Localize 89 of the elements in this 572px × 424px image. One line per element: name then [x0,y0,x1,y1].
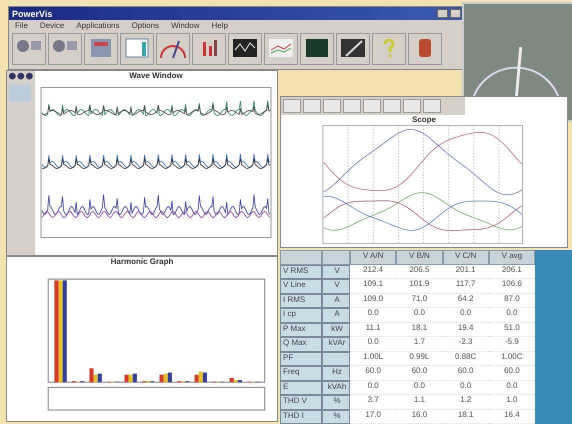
unit-cell: kW [322,322,350,337]
table-cell: 0.0 [396,308,442,322]
monitor-toolbar-button[interactable] [300,33,334,65]
table-cell: 0.0 [442,308,489,322]
table-cell: 19.4 [442,322,489,337]
unit-cell [322,352,350,366]
row-header: V Line [280,279,322,294]
header-cell [280,250,322,264]
document-toolbar-button[interactable] [84,33,118,65]
row-header: E [280,380,322,395]
menu-item[interactable]: File [15,21,28,30]
scope-toolbar-button[interactable] [228,33,262,65]
toolbar-button[interactable] [343,99,361,113]
row-header: THD I [280,410,322,424]
table-cell: 71.0 [396,294,442,308]
header-cell [322,250,350,264]
menu-item[interactable]: Applications [76,21,120,30]
unit-cell: kVAh [322,380,350,395]
toolbar-button[interactable] [403,99,421,113]
table-cell: 101.9 [396,279,442,294]
table-cell: 109.0 [350,294,396,308]
column-header: V C/N [442,250,489,264]
table-cell: 1.2 [442,395,489,410]
bar-graph-toolbar-button[interactable] [192,33,226,65]
table-cell: 0.0 [350,380,396,395]
table-cell: 0.99L [396,352,442,366]
table-cell: 17.0 [350,410,396,424]
table-cell: 1.00L [350,352,396,366]
chart-title: Wave Window [129,71,183,80]
table-cell: 18.1 [442,410,489,424]
table-cell: 206.5 [396,264,442,279]
row-header: THD V [280,395,322,410]
unit-cell: A [322,294,350,308]
unit-cell: % [322,410,350,424]
table-cell: 64.2 [442,294,489,308]
pen-toolbar-button[interactable] [336,33,370,65]
table-cell: 16.0 [396,410,442,424]
unit-cell: A [322,308,350,322]
table-cell: 1.1 [396,395,442,410]
row-header: V RMS [280,264,322,279]
unit-cell: Hz [322,366,350,380]
column-header: V avg [488,250,535,264]
toolbar-button[interactable] [283,99,301,113]
table-cell: 60.0 [396,366,442,380]
unit-cell: % [322,395,350,410]
window-title: PowerVis [12,8,52,18]
chart-title: Scope [412,115,436,124]
table-cell: 1.7 [396,337,442,352]
table-cell: 117.7 [442,279,489,294]
table-cell: 0.88C [442,352,489,366]
column-header: V B/N [396,250,442,264]
table-cell: 0.0 [350,337,396,352]
table-cell: 212.4 [350,264,396,279]
chart-title: Harmonic Graph [110,257,174,266]
menu-item[interactable]: Device [40,21,64,30]
unit-cell: V [322,264,350,279]
meter-toolbar-button[interactable] [48,33,82,65]
table-cell: 0.0 [442,380,489,395]
table-cell: 11.1 [350,322,396,337]
gauge-toolbar-button[interactable] [156,33,190,65]
row-header: P Max [280,322,322,337]
toolbar-button[interactable] [423,99,441,113]
table-cell: 201.1 [442,264,489,279]
table-cell: 109.1 [350,279,396,294]
table-cell: 0.0 [350,308,396,322]
row-header: I RMS [280,294,322,308]
row-header: PF [280,352,322,366]
toolbar-button[interactable] [383,99,401,113]
column-header: V A/N [350,250,396,264]
row-header: Q Max [280,337,322,352]
table-cell: 60.0 [442,366,489,380]
unit-cell: kVAr [322,337,350,352]
menu-item[interactable]: Options [131,21,160,30]
toolbar-button[interactable] [363,99,381,113]
table-cell: 60.0 [350,366,396,380]
table-cell: 3.7 [350,395,396,410]
unit-cell: V [322,279,350,294]
table-cell: 0.0 [396,380,442,395]
toolbar-button[interactable] [303,99,321,113]
exit-toolbar-button[interactable] [408,33,442,65]
window-toolbar-button[interactable] [120,33,154,65]
row-header: I cp [280,308,322,322]
table-cell: -2.3 [442,337,489,352]
meter-toolbar-button[interactable] [12,33,46,65]
toolbar-button[interactable] [323,99,341,113]
menu-item[interactable]: Help [212,21,228,30]
menu-item[interactable]: Window [171,21,200,30]
table-cell: 18.1 [396,322,442,337]
row-header: Freq [280,366,322,380]
